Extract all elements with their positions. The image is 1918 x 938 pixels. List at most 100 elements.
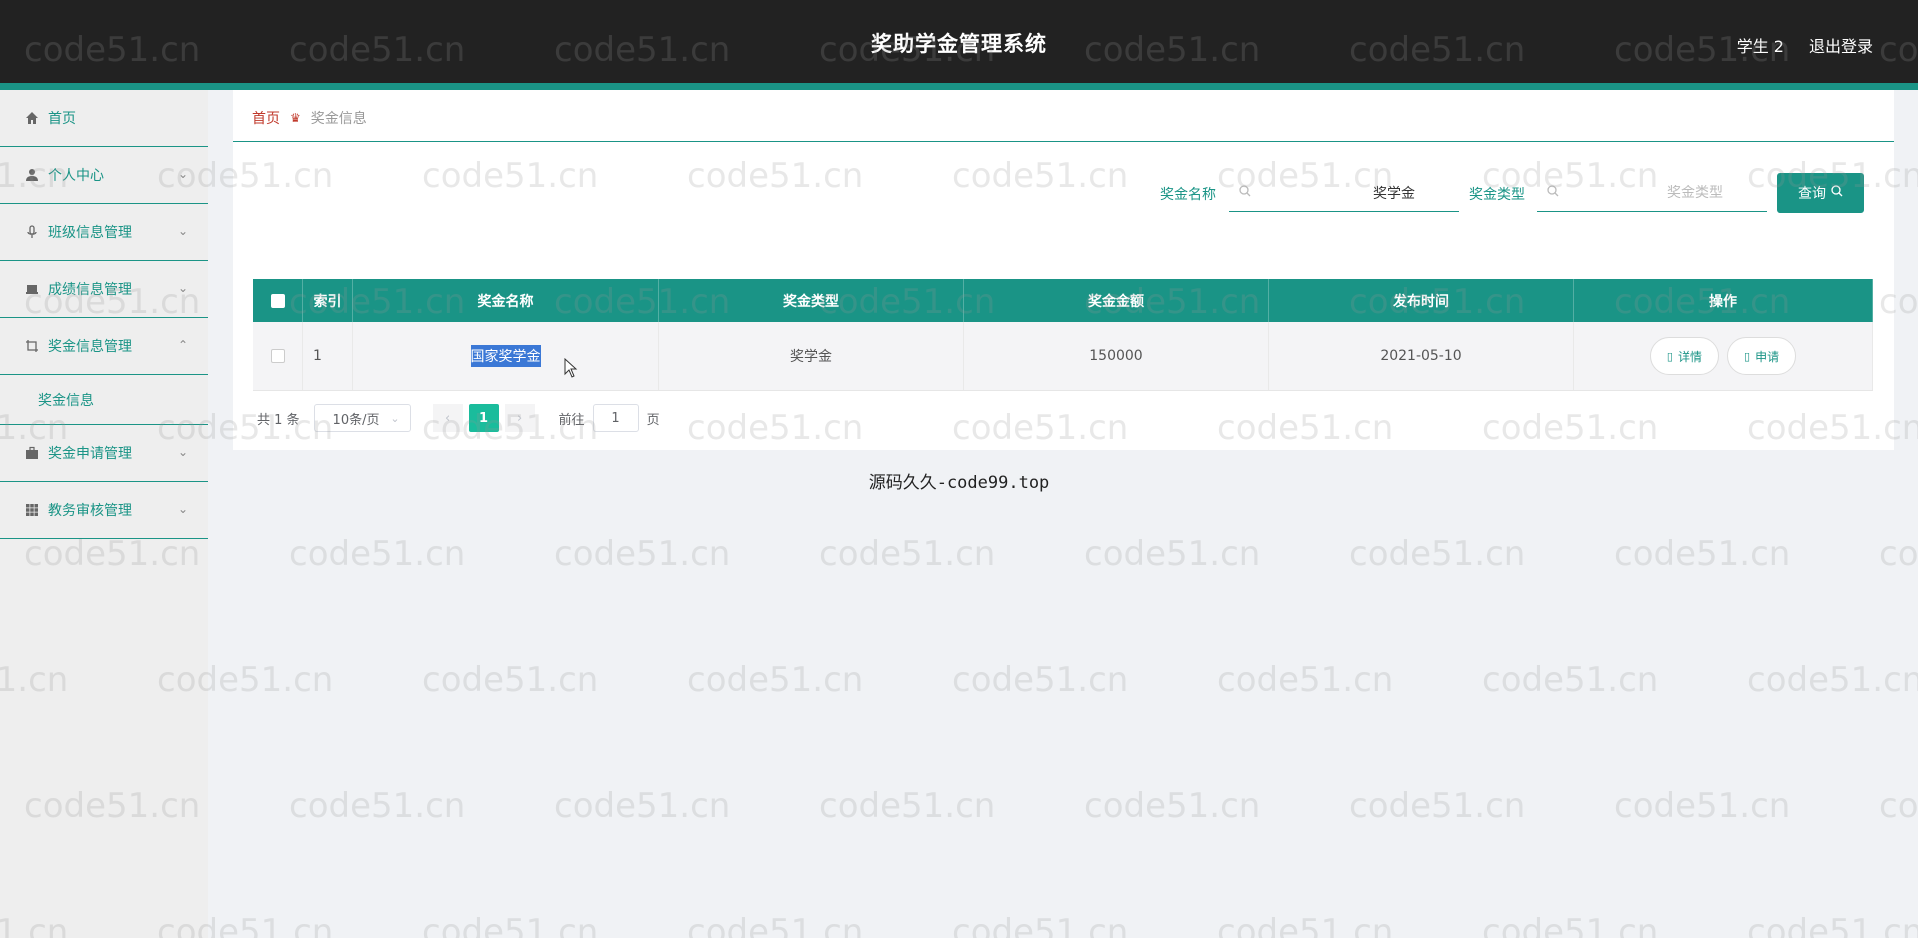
award-name-search <box>1229 174 1459 212</box>
table-header: 索引 奖金名称 奖金类型 奖金金额 发布时间 操作 <box>253 279 1873 322</box>
crop-icon <box>24 338 40 354</box>
goto-page-input[interactable] <box>592 404 639 432</box>
watermark-text: code51.cn <box>952 660 1129 700</box>
apply-button[interactable]: ▯ 申请 <box>1727 337 1797 375</box>
header-award-name: 奖金名称 <box>353 279 659 322</box>
briefcase-icon <box>24 445 40 461</box>
footer-note: 源码久久-code99.top <box>868 473 1050 493</box>
sidebar-item-label: 班级信息管理 <box>48 225 132 241</box>
goto-label: 前往 <box>558 412 585 428</box>
watermark-text: code51.cn <box>819 786 996 826</box>
cell-actions: ▯ 详情 ▯ 申请 <box>1574 322 1873 390</box>
watermark-text: code51.cn <box>422 660 599 700</box>
detail-button-label: 详情 <box>1677 349 1702 364</box>
pagination: 共 1 条 10条/页 ⌄ ‹ 1 › 前往 页 <box>257 404 660 432</box>
laptop-icon <box>24 281 40 297</box>
current-user: 学生 2 <box>1736 37 1784 56</box>
sidebar-item-home[interactable]: 首页 <box>0 90 208 147</box>
breadcrumb-home[interactable]: 首页 <box>252 108 280 128</box>
watermark-text: code51.cn <box>1084 534 1261 574</box>
page-size-select[interactable]: 10条/页 ⌄ <box>313 404 411 432</box>
watermark-text: code51.cn <box>1747 912 1918 938</box>
award-name-input[interactable] <box>1255 184 1445 201</box>
watermark-text: code51.cn <box>1482 660 1659 700</box>
chevron-down-icon: ⌄ <box>390 411 400 425</box>
watermark-text: code51.cn <box>1349 786 1526 826</box>
row-select[interactable] <box>253 322 303 390</box>
cell-award-amount: 150000 <box>964 322 1269 390</box>
sidebar: 首页 个人中心 ⌄ 班级信息管理 ⌄ 成绩信息管理 ⌄ 奖金信息管理 ⌃ 奖金信… <box>0 90 208 938</box>
page-unit-label: 页 <box>646 412 660 428</box>
search-icon <box>1547 184 1563 201</box>
header-index: 索引 <box>303 279 353 322</box>
watermark-text: code51.cn <box>687 912 864 938</box>
checkbox[interactable] <box>270 293 285 308</box>
breadcrumb-divider <box>233 141 1894 142</box>
crown-icon: ♛ <box>290 111 301 125</box>
sidebar-item-award-info[interactable]: 奖金信息管理 ⌃ <box>0 318 208 375</box>
app-title: 奖助学金管理系统 <box>871 32 1047 56</box>
next-page-button[interactable]: › <box>504 404 535 432</box>
watermark-text: code51.cn <box>554 534 731 574</box>
content-panel <box>233 90 1894 450</box>
grid-icon <box>24 502 40 518</box>
sidebar-item-label: 奖金信息管理 <box>48 339 132 355</box>
sidebar-item-label: 首页 <box>48 111 76 127</box>
watermark-text: code51.cn <box>1217 660 1394 700</box>
sidebar-item-label: 奖金申请管理 <box>48 446 132 462</box>
award-type-search <box>1537 174 1767 212</box>
document-icon: ▯ <box>1744 349 1751 363</box>
chevron-down-icon: ⌄ <box>177 167 188 181</box>
sidebar-item-label: 成绩信息管理 <box>48 282 132 298</box>
apply-button-label: 申请 <box>1755 349 1780 364</box>
watermark-text: code51.cn <box>1084 786 1261 826</box>
chevron-down-icon: ⌄ <box>177 281 188 295</box>
watermark-text: code51.cn <box>1614 786 1791 826</box>
watermark-text: code51.cn <box>1349 534 1526 574</box>
prev-page-button[interactable]: ‹ <box>432 404 463 432</box>
page-number-button[interactable]: 1 <box>468 404 499 432</box>
watermark-text: code51.cn <box>554 786 731 826</box>
header-award-amount: 奖金金额 <box>964 279 1269 322</box>
award-name-label: 奖金名称 <box>1160 187 1216 203</box>
chevron-right-icon: › <box>516 410 523 426</box>
header-select-all[interactable] <box>253 279 303 322</box>
checkbox[interactable] <box>270 349 285 363</box>
selected-text: 国家奖学金 <box>470 345 541 367</box>
sidebar-item-grades[interactable]: 成绩信息管理 ⌄ <box>0 261 208 318</box>
cell-publish-date: 2021-05-10 <box>1269 322 1574 390</box>
breadcrumb-current: 奖金信息 <box>310 111 367 127</box>
award-type-input[interactable] <box>1563 184 1753 201</box>
sidebar-item-profile[interactable]: 个人中心 ⌄ <box>0 147 208 204</box>
cell-award-type: 奖学金 <box>659 322 964 390</box>
cell-index: 1 <box>303 322 353 390</box>
header-award-type: 奖金类型 <box>659 279 964 322</box>
award-table: 索引 奖金名称 奖金类型 奖金金额 发布时间 操作 1 国家奖学金 奖学金 15… <box>253 279 1873 391</box>
document-icon: ▯ <box>1666 349 1673 363</box>
query-button[interactable]: 查询 <box>1777 173 1864 213</box>
mic-icon <box>24 224 40 240</box>
home-icon <box>24 110 40 126</box>
watermark-text: code51.cn <box>289 786 466 826</box>
navbar-accent-line <box>0 83 1918 90</box>
watermark-text: code51.cn <box>819 534 996 574</box>
sidebar-item-class[interactable]: 班级信息管理 ⌄ <box>0 204 208 261</box>
query-button-label: 查询 <box>1798 186 1826 202</box>
header-actions: 操作 <box>1574 279 1873 322</box>
sidebar-item-label: 个人中心 <box>48 168 104 184</box>
watermark-text: code51.cn <box>687 660 864 700</box>
chevron-down-icon: ⌄ <box>177 502 188 516</box>
logout-link[interactable]: 退出登录 <box>1809 33 1873 57</box>
cell-award-name: 国家奖学金 <box>353 322 659 390</box>
search-icon <box>1239 184 1255 201</box>
chevron-up-icon: ⌃ <box>177 338 188 352</box>
header-publish-date: 发布时间 <box>1269 279 1574 322</box>
user-icon <box>24 167 40 183</box>
page-size-value: 10条/页 <box>332 412 380 428</box>
award-type-label: 奖金类型 <box>1469 187 1525 203</box>
sidebar-subitem-award[interactable]: 奖金信息 <box>0 375 208 425</box>
watermark-text: code51.cn <box>1482 912 1659 938</box>
sidebar-item-label: 教务审核管理 <box>48 503 132 519</box>
detail-button[interactable]: ▯ 详情 <box>1649 337 1719 375</box>
chevron-left-icon: ‹ <box>444 410 451 426</box>
